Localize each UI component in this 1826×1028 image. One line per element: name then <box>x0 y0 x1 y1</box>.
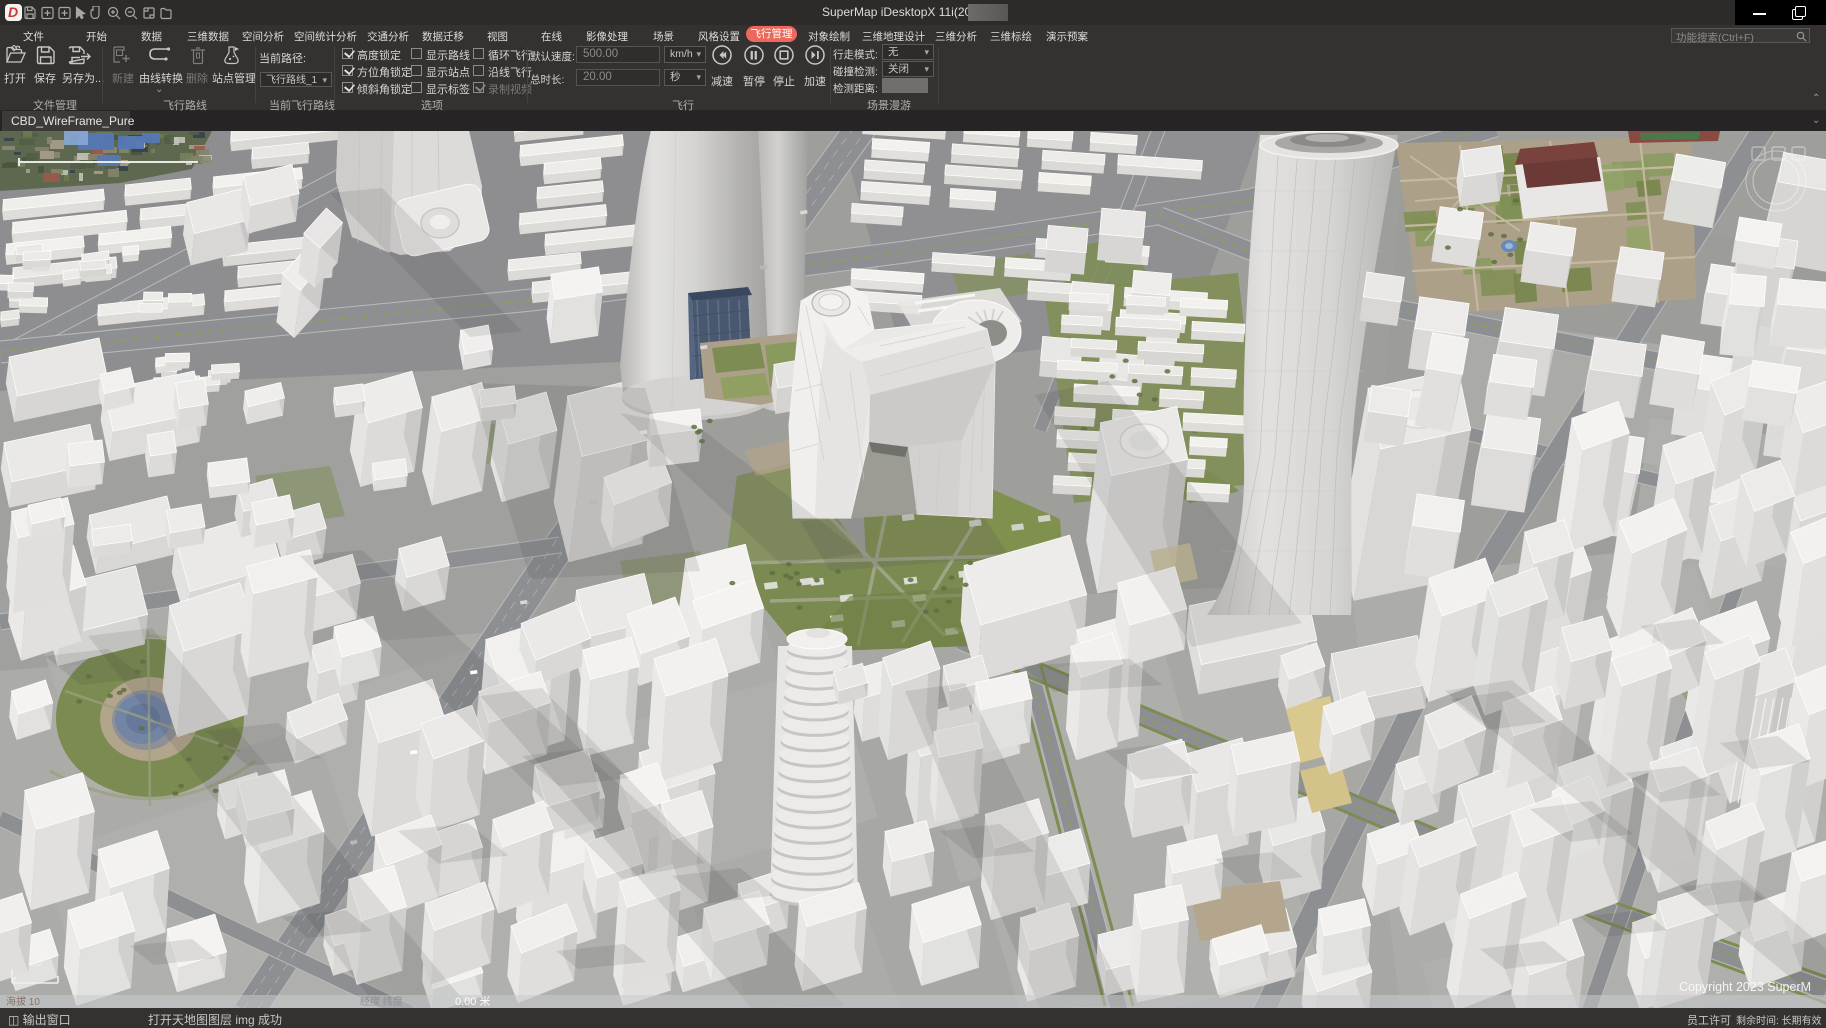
svg-text:0.00 米: 0.00 米 <box>455 995 490 1008</box>
svg-text:经度 纬度: 经度 纬度 <box>360 995 403 1008</box>
svg-text:Copyright 2023 SuperM: Copyright 2023 SuperM <box>1679 980 1811 994</box>
svg-text:海拔 10: 海拔 10 <box>6 995 40 1008</box>
svg-text:50: 50 <box>30 958 42 969</box>
